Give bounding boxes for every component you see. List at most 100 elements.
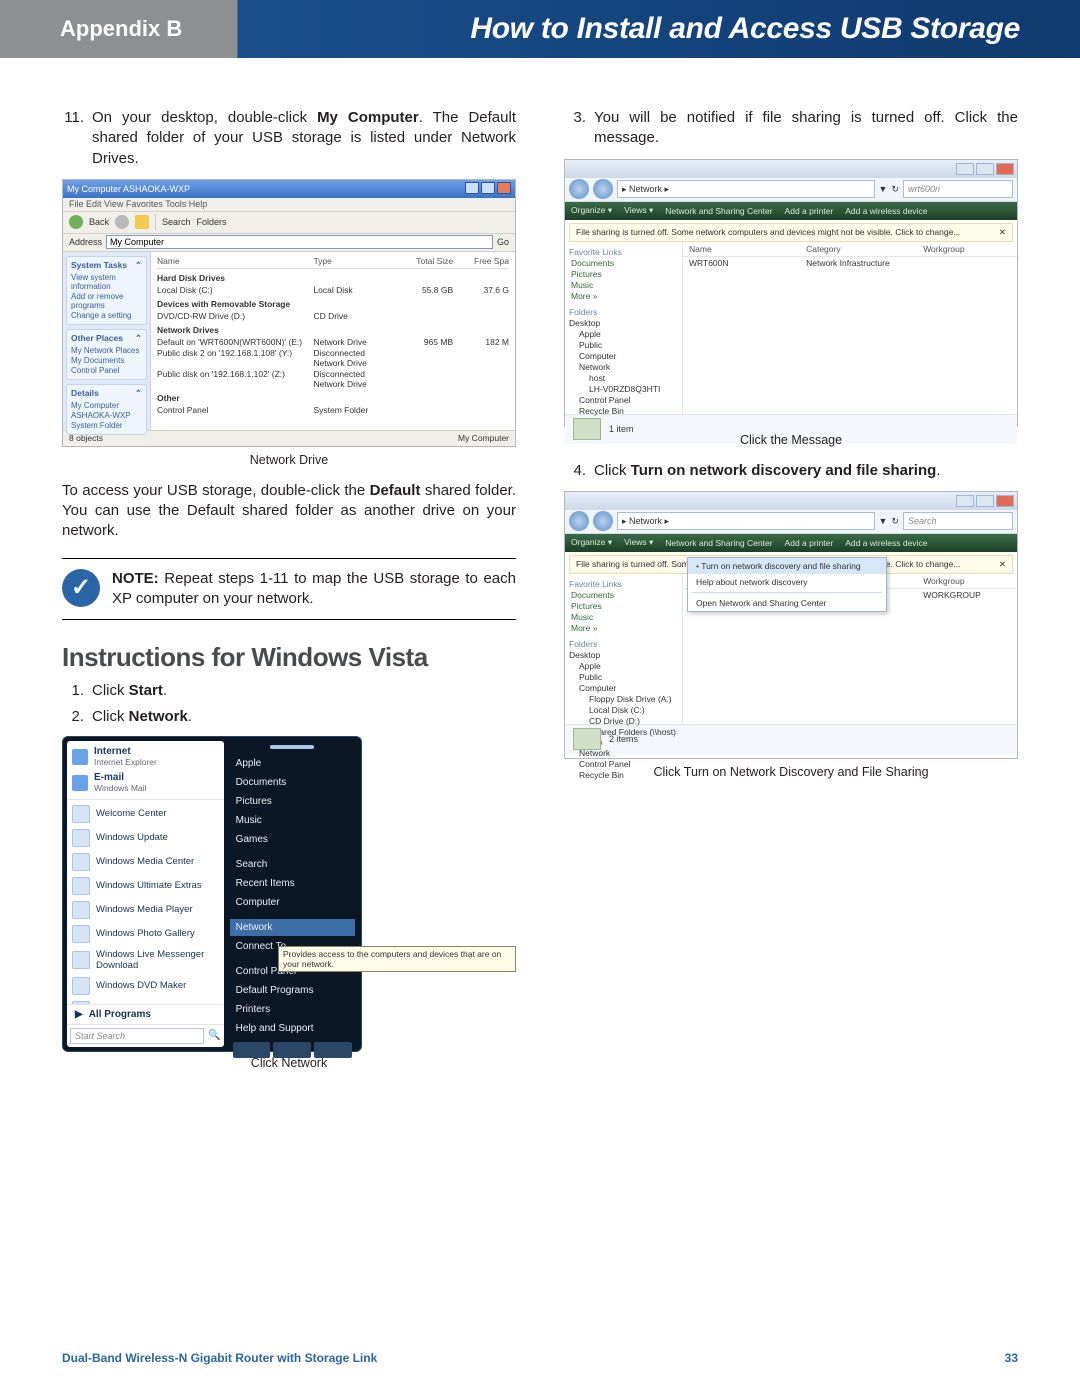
all-programs[interactable]: ▶All Programs: [67, 1004, 224, 1024]
tree-node[interactable]: Desktop: [569, 650, 678, 660]
command-bar[interactable]: Organize ▾ Views ▾ Network and Sharing Cen…: [565, 202, 1017, 220]
window-buttons[interactable]: [565, 160, 1017, 178]
search-input[interactable]: Search: [903, 512, 1013, 530]
start-item[interactable]: Windows Live Messenger Download: [72, 946, 219, 974]
cmd-item[interactable]: Views ▾: [624, 537, 653, 548]
breadcrumb[interactable]: ▸ Network ▸: [617, 512, 875, 530]
cmd-item[interactable]: Organize ▾: [571, 205, 612, 216]
tree-node[interactable]: Computer: [579, 683, 678, 693]
start-item[interactable]: Windows Ultimate Extras: [72, 874, 219, 898]
start-item[interactable]: Windows Media Center: [72, 850, 219, 874]
pinned-email[interactable]: E-mailWindows Mail: [72, 770, 219, 796]
start-right-apple[interactable]: Apple: [230, 755, 355, 772]
start-right-default-programs[interactable]: Default Programs: [230, 982, 355, 999]
start-right-music[interactable]: Music: [230, 812, 355, 829]
tree-node[interactable]: Public: [579, 672, 678, 682]
window-buttons[interactable]: [463, 182, 511, 196]
fav-link[interactable]: Documents: [571, 258, 678, 268]
start-right-help-and-support[interactable]: Help and Support: [230, 1020, 355, 1037]
start-item[interactable]: Windows DVD Maker: [72, 974, 219, 998]
note-box: ✓ NOTE: Repeat steps 1-11 to map the USB…: [62, 558, 516, 621]
fav-link[interactable]: Music: [571, 612, 678, 622]
menu-help[interactable]: Help about network discovery: [688, 574, 886, 590]
window-buttons[interactable]: [565, 492, 1017, 510]
vista-sidebar: Favorite Links DocumentsPicturesMusicMor…: [565, 574, 683, 724]
back-icon[interactable]: [569, 179, 589, 199]
vista-navbar[interactable]: ▸ Network ▸ ▼↻ wrt600n: [565, 178, 1017, 202]
close-icon[interactable]: ✕: [999, 559, 1006, 570]
fav-link[interactable]: More »: [571, 623, 678, 633]
menu-turn-on[interactable]: Turn on network discovery and file shari…: [688, 558, 886, 574]
forward-icon[interactable]: [115, 215, 129, 229]
cmd-item[interactable]: Network and Sharing Center: [665, 538, 772, 548]
drive-row[interactable]: Public disk 2 on '192.168.1.108' (Y:)Dis…: [157, 348, 509, 368]
tree-node[interactable]: host: [589, 373, 678, 383]
drive-row[interactable]: Local Disk (C:)Local Disk55.8 GB37.6 G: [157, 285, 509, 295]
power-buttons[interactable]: [230, 1039, 355, 1061]
tree-node[interactable]: Floppy Disk Drive (A:): [589, 694, 678, 704]
fav-link[interactable]: Pictures: [571, 601, 678, 611]
xp-menubar[interactable]: File Edit View Favorites Tools Help: [63, 198, 515, 212]
command-bar[interactable]: Organize ▾ Views ▾ Network and Sharing Cen…: [565, 534, 1017, 552]
start-right-printers[interactable]: Printers: [230, 1001, 355, 1018]
tree-node[interactable]: CD Drive (D:): [589, 716, 678, 726]
tree-node[interactable]: Apple: [579, 329, 678, 339]
xp-toolbar[interactable]: Back Search Folders: [63, 212, 515, 234]
fav-link[interactable]: Documents: [571, 590, 678, 600]
tree-node[interactable]: Desktop: [569, 318, 678, 328]
start-item[interactable]: Welcome Center: [72, 802, 219, 826]
drive-row[interactable]: Default on 'WRT600N(WRT600N)' (E:)Networ…: [157, 337, 509, 347]
search-input[interactable]: wrt600n: [903, 180, 1013, 198]
list-item[interactable]: WRT600NNetwork Infrastructure: [683, 257, 1017, 269]
start-item[interactable]: Windows Photo Gallery: [72, 922, 219, 946]
close-icon[interactable]: ✕: [999, 227, 1006, 238]
back-icon[interactable]: [569, 511, 589, 531]
drive-row[interactable]: Public disk on '192.168.1.102' (Z:)Disco…: [157, 369, 509, 389]
forward-icon[interactable]: [593, 511, 613, 531]
start-right-games[interactable]: Games: [230, 831, 355, 848]
cmd-item[interactable]: Add a wireless device: [845, 206, 927, 216]
menu-open-center[interactable]: Open Network and Sharing Center: [688, 595, 886, 611]
tree-node[interactable]: Recycle Bin: [579, 406, 678, 416]
address-input[interactable]: [106, 235, 493, 249]
start-item[interactable]: Windows Update: [72, 826, 219, 850]
cmd-item[interactable]: Views ▾: [624, 205, 653, 216]
fav-link[interactable]: Music: [571, 280, 678, 290]
cmd-item[interactable]: Add a printer: [785, 206, 834, 216]
drive-row[interactable]: DVD/CD-RW Drive (D:)CD Drive: [157, 311, 509, 321]
vista-navbar[interactable]: ▸ Network ▸ ▼↻ Search: [565, 510, 1017, 534]
up-icon[interactable]: [135, 215, 149, 229]
start-right-documents[interactable]: Documents: [230, 774, 355, 791]
cmd-item[interactable]: Network and Sharing Center: [665, 206, 772, 216]
cmd-item[interactable]: Add a printer: [785, 538, 834, 548]
tree-node[interactable]: Computer: [579, 351, 678, 361]
pinned-internet[interactable]: InternetInternet Explorer: [72, 744, 219, 770]
tree-node[interactable]: Public: [579, 340, 678, 350]
breadcrumb[interactable]: ▸ Network ▸: [617, 180, 875, 198]
tree-node[interactable]: LH-V0RZD8Q3HTI: [589, 384, 678, 394]
start-right-computer[interactable]: Computer: [230, 894, 355, 911]
info-bar[interactable]: File sharing is turned off. Some network…: [569, 223, 1013, 242]
fav-link[interactable]: Pictures: [571, 269, 678, 279]
go-button[interactable]: Go: [497, 237, 509, 247]
drive-row[interactable]: Control PanelSystem Folder: [157, 405, 509, 415]
forward-icon[interactable]: [593, 179, 613, 199]
start-right-pictures[interactable]: Pictures: [230, 793, 355, 810]
cmd-item[interactable]: Organize ▾: [571, 537, 612, 548]
start-right-search[interactable]: Search: [230, 856, 355, 873]
cmd-item[interactable]: Add a wireless device: [845, 538, 927, 548]
tree-node[interactable]: Network: [579, 362, 678, 372]
xp-addressbar[interactable]: Address Go: [63, 234, 515, 252]
start-left-pane: InternetInternet Explorer E-mailWindows …: [67, 741, 224, 1047]
start-right-recent-items[interactable]: Recent Items: [230, 875, 355, 892]
user-picture[interactable]: [270, 745, 314, 749]
vista-sidebar: Favorite Links DocumentsPicturesMusicMor…: [565, 242, 683, 414]
tree-node[interactable]: Local Disk (C:): [589, 705, 678, 715]
start-right-network[interactable]: Network: [230, 919, 355, 936]
back-icon[interactable]: [69, 215, 83, 229]
tree-node[interactable]: Control Panel: [579, 395, 678, 405]
tree-node[interactable]: Apple: [579, 661, 678, 671]
fav-link[interactable]: More »: [571, 291, 678, 301]
start-search-input[interactable]: [70, 1028, 204, 1044]
start-item[interactable]: Windows Media Player: [72, 898, 219, 922]
